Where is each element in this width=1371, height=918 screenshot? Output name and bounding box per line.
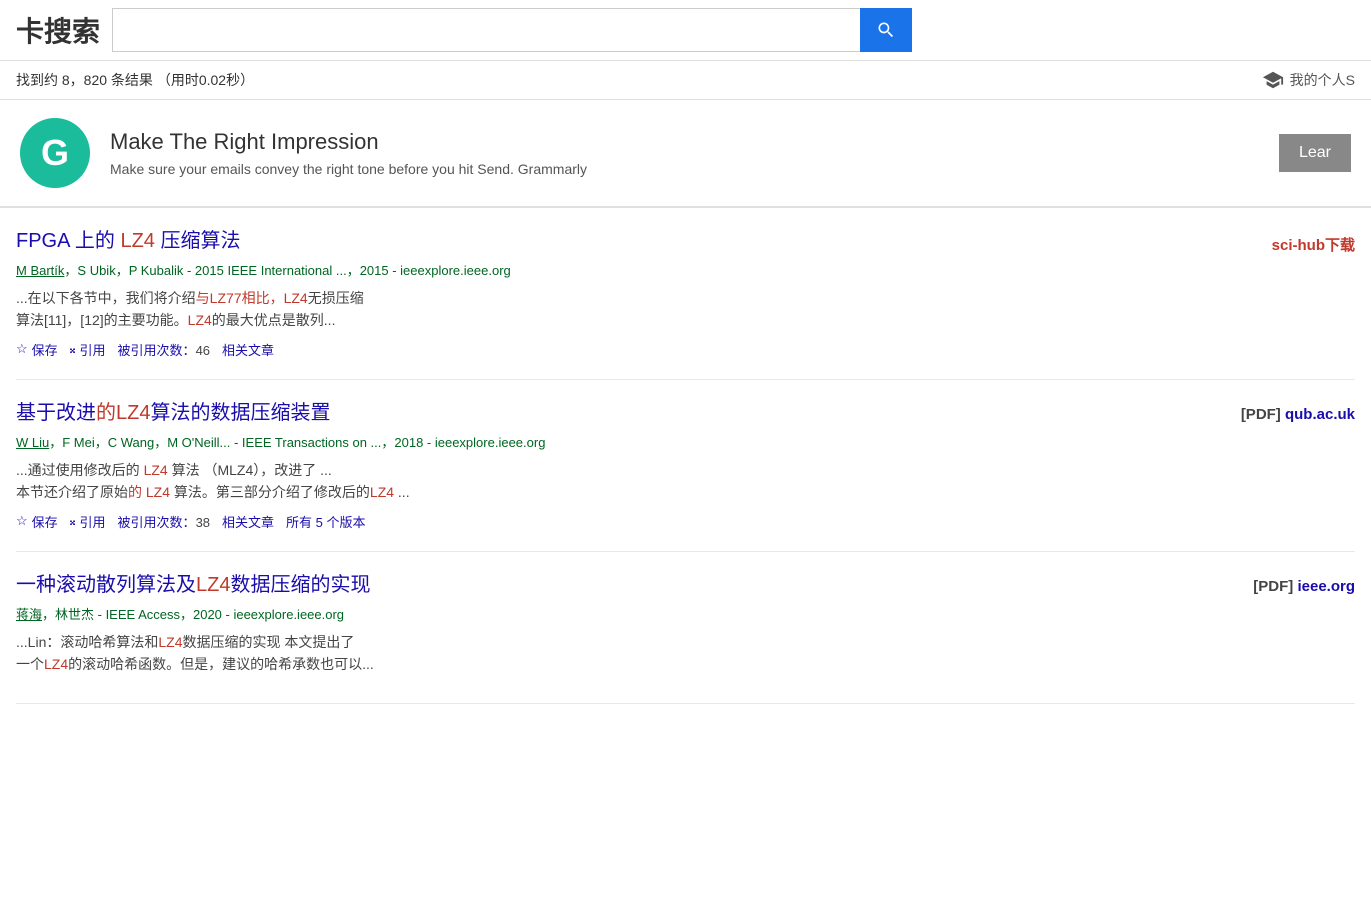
save-action[interactable]: ☆ 保存 — [16, 512, 58, 531]
search-input[interactable] — [112, 8, 860, 52]
result-meta: W Liu，F Mei，C Wang，M O'Neill... - IEEE T… — [16, 432, 916, 451]
graduation-cap-icon — [1262, 69, 1284, 91]
ad-cta-button[interactable]: Lear — [1279, 134, 1351, 172]
search-bar — [112, 8, 912, 52]
cite-action[interactable]: 𝄪 引用 — [70, 340, 106, 359]
all-versions-link[interactable]: 所有 5 个版本 — [286, 512, 365, 531]
cite-label: 引用 — [80, 340, 106, 359]
result-meta-author[interactable]: W Liu — [16, 435, 49, 450]
result-title[interactable]: 一种滚动散列算法及LZ4数据压缩的实现 — [16, 572, 916, 598]
scihub-download-link[interactable]: sci-hub下载 — [1272, 234, 1355, 255]
result-meta-author[interactable]: 蒋海 — [16, 607, 42, 622]
ad-banner: G Make The Right Impression Make sure yo… — [0, 100, 1371, 208]
ad-text: Make The Right Impression Make sure your… — [110, 129, 1259, 177]
results-bar: 找到约 8，820 条结果 （用时0.02秒） 我的个人S — [0, 61, 1371, 100]
result-main: 基于改进的LZ4算法的数据压缩装置 W Liu，F Mei，C Wang，M O… — [16, 400, 916, 531]
pdf-link[interactable]: [PDF] ieee.org — [1253, 578, 1355, 595]
ad-subtitle: Make sure your emails convey the right t… — [110, 161, 1259, 177]
result-main: 一种滚动散列算法及LZ4数据压缩的实现 蒋海，林世杰 - IEEE Access… — [16, 572, 916, 684]
search-button[interactable] — [860, 8, 912, 52]
result-meta: M Bartík，S Ubik，P Kubalik - 2015 IEEE In… — [16, 260, 916, 279]
cite-action[interactable]: 𝄪 引用 — [70, 512, 106, 531]
personal-label: 我的个人S — [1290, 70, 1355, 90]
citation-count: 被引用次数：38 — [118, 512, 210, 531]
result-meta: 蒋海，林世杰 - IEEE Access，2020 - ieeexplore.i… — [16, 604, 916, 623]
results-time-open: （用时 — [157, 72, 199, 88]
cite-label: 引用 — [80, 512, 106, 531]
ad-logo-letter: G — [41, 132, 69, 174]
result-actions: ☆ 保存 𝄪 引用 被引用次数：46 相关文章 — [16, 340, 916, 359]
table-row: 一种滚动散列算法及LZ4数据压缩的实现 蒋海，林世杰 - IEEE Access… — [16, 552, 1355, 705]
results-count: 找到约 8，820 条结果 （用时0.02秒） — [16, 70, 254, 90]
result-title[interactable]: FPGA 上的 LZ4 压缩算法 — [16, 228, 916, 254]
pdf-link[interactable]: [PDF] qub.ac.uk — [1241, 406, 1355, 423]
save-action[interactable]: ☆ 保存 — [16, 340, 58, 359]
table-row: FPGA 上的 LZ4 压缩算法 M Bartík，S Ubik，P Kubal… — [16, 208, 1355, 380]
personal-area: 我的个人S — [1262, 69, 1355, 91]
search-icon — [876, 20, 896, 40]
result-side: sci-hub下载 — [1272, 228, 1355, 255]
result-actions: ☆ 保存 𝄪 引用 被引用次数：38 相关文章 所有 5 个版本 — [16, 512, 916, 531]
result-side: [PDF] ieee.org — [1253, 572, 1355, 595]
results-count-text: 找到约 8，820 条结果 — [16, 72, 153, 88]
results-time-value: 0.02 — [199, 72, 226, 88]
related-articles-link[interactable]: 相关文章 — [222, 512, 274, 531]
ad-title: Make The Right Impression — [110, 129, 1259, 155]
result-snippet: ...通过使用修改后的 LZ4 算法 （MLZ4），改进了 ...本节还介绍了原… — [16, 459, 916, 504]
result-side: [PDF] qub.ac.uk — [1241, 400, 1355, 423]
result-main: FPGA 上的 LZ4 压缩算法 M Bartík，S Ubik，P Kubal… — [16, 228, 916, 359]
header: 卡搜索 — [0, 0, 1371, 61]
ad-logo: G — [20, 118, 90, 188]
save-label: 保存 — [32, 512, 58, 531]
result-snippet: ...Lin：滚动哈希算法和LZ4数据压缩的实现 本文提出了一个LZ4的滚动哈希… — [16, 631, 916, 676]
results-time-suffix: 秒） — [226, 72, 254, 88]
result-meta-author[interactable]: M Bartík — [16, 263, 64, 278]
citation-count: 被引用次数：46 — [118, 340, 210, 359]
site-title: 卡搜索 — [16, 10, 100, 50]
results-container: FPGA 上的 LZ4 压缩算法 M Bartík，S Ubik，P Kubal… — [0, 208, 1371, 704]
save-label: 保存 — [32, 340, 58, 359]
table-row: 基于改进的LZ4算法的数据压缩装置 W Liu，F Mei，C Wang，M O… — [16, 380, 1355, 552]
related-articles-link[interactable]: 相关文章 — [222, 340, 274, 359]
result-snippet: ...在以下各节中，我们将介绍与LZ77相比，LZ4无损压缩算法[11]，[12… — [16, 287, 916, 332]
result-title[interactable]: 基于改进的LZ4算法的数据压缩装置 — [16, 400, 916, 426]
